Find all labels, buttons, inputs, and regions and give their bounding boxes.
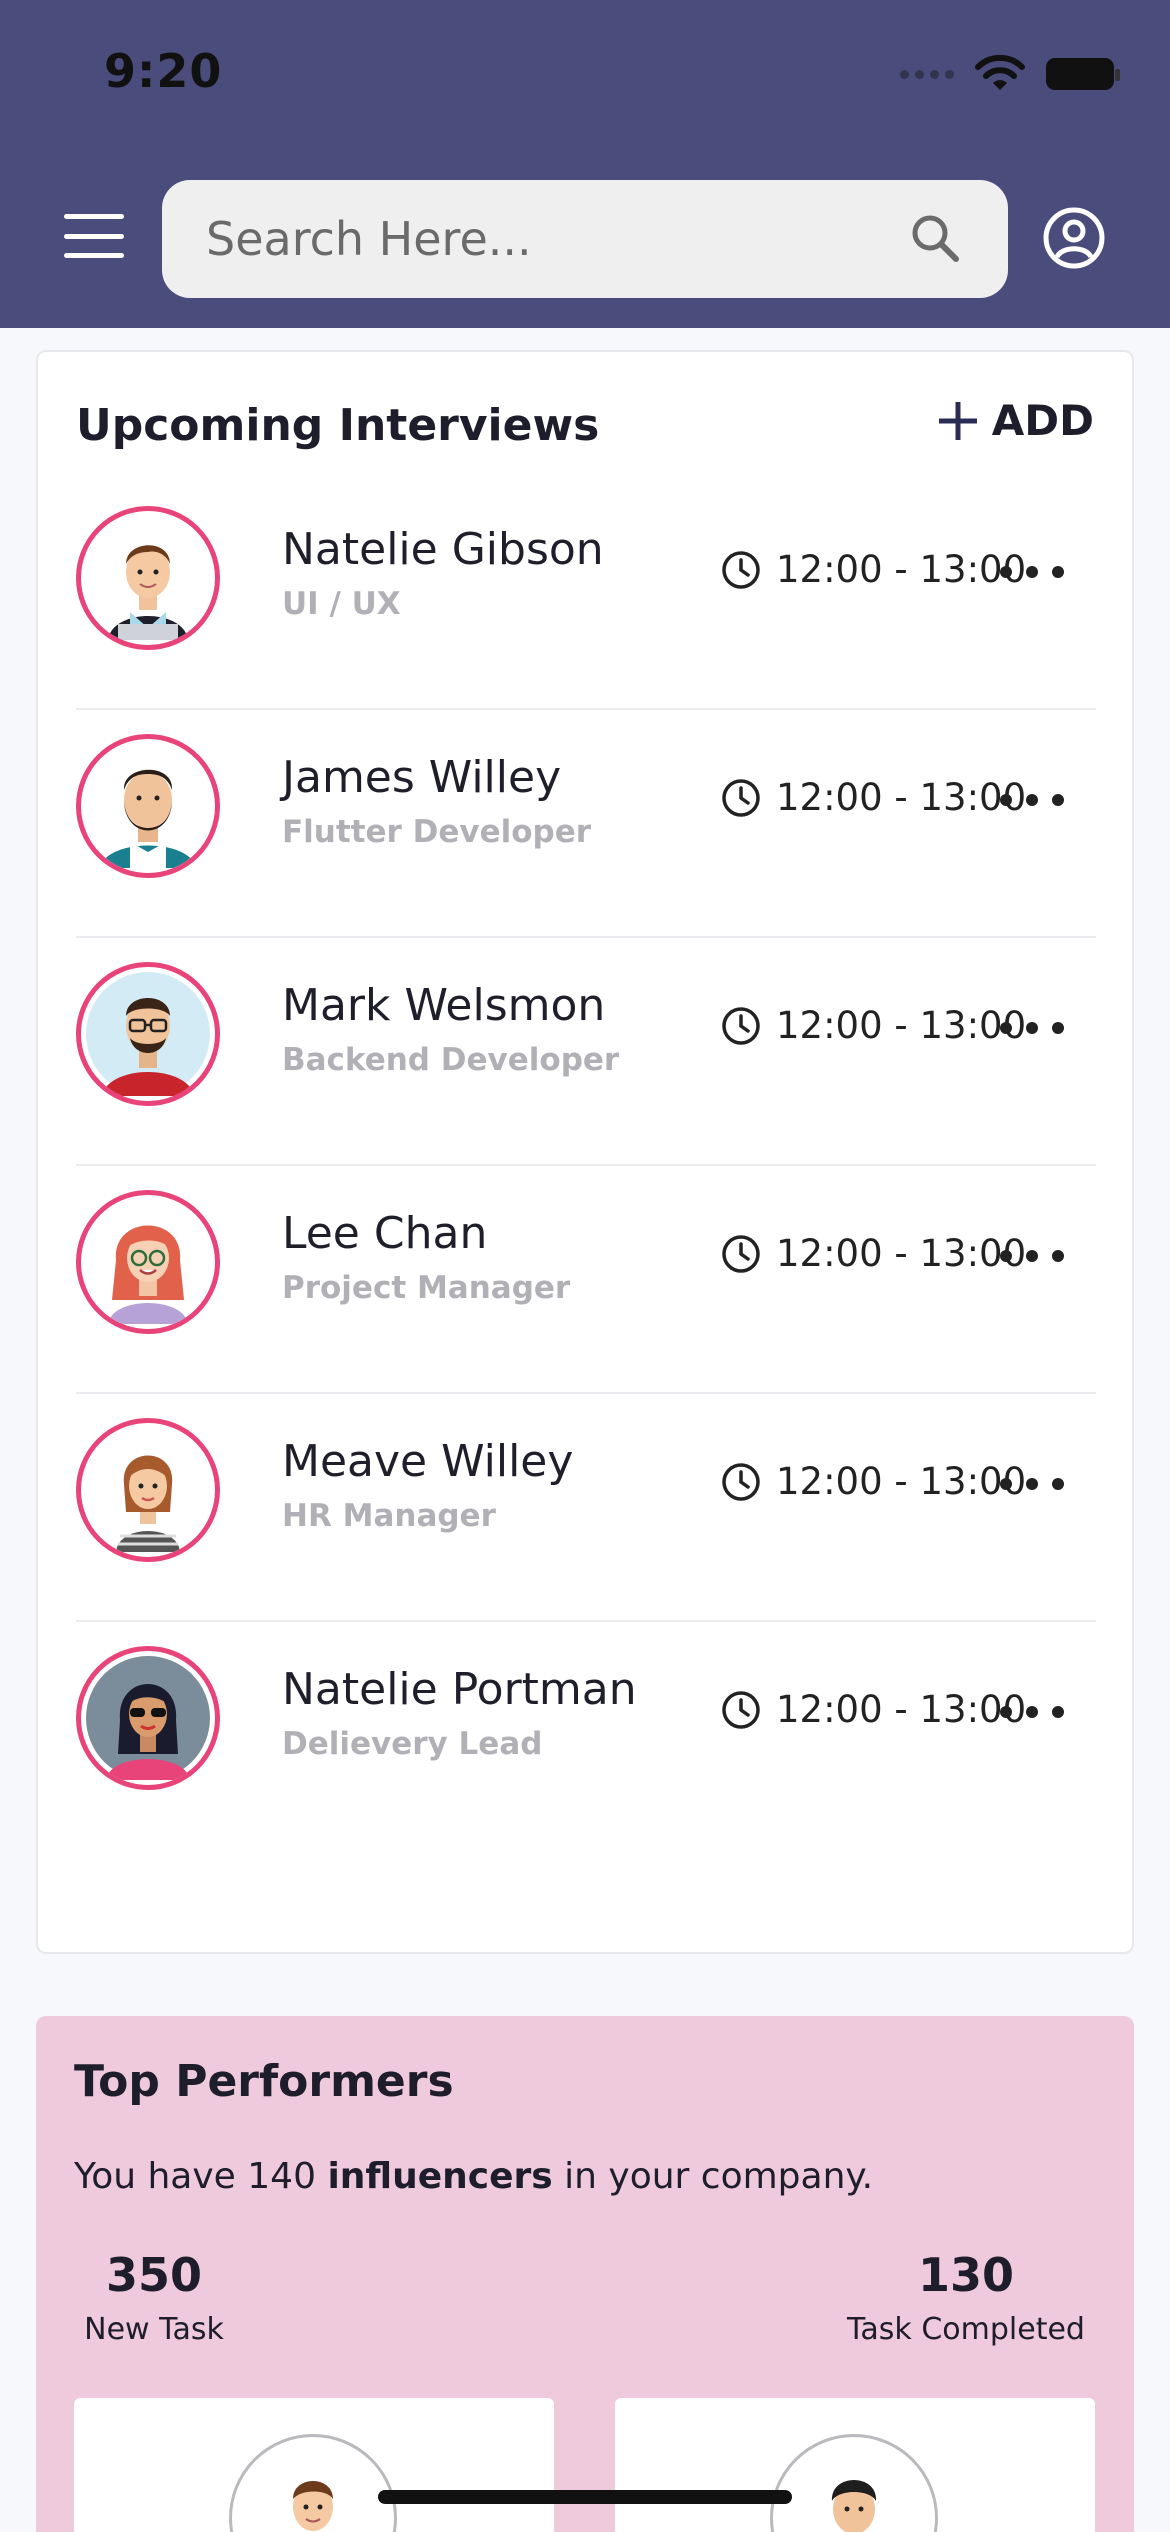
task-completed-stat: 130 Task Completed [836,2248,1096,2347]
performers-summary: You have 140 influencers in your company… [74,2156,873,2197]
clock-icon [722,1006,760,1045]
redhead-woman-avatar-icon [76,1190,220,1334]
interview-row[interactable]: Lee Chan Project Manager 12:00 - 13:00 [76,1166,1096,1394]
interview-time: 12:00 - 13:00 [720,1004,1026,1047]
interview-time: 12:00 - 13:00 [720,1460,1026,1503]
clock-icon [722,1690,760,1729]
wifi-icon [975,54,1025,90]
more-options-icon[interactable] [1000,1694,1064,1730]
search-bar[interactable] [162,180,1008,298]
candidate-name: James Willey [282,752,562,803]
clock-icon [722,1234,760,1273]
candidate-name: Lee Chan [282,1208,488,1259]
card-title: Upcoming Interviews [76,400,600,451]
time-label: 12:00 - 13:00 [776,1232,1027,1275]
add-label: ADD [991,396,1094,445]
candidate-name: Meave Willey [282,1436,574,1487]
time-label: 12:00 - 13:00 [776,1688,1027,1731]
performer-avatar-icon [229,2434,397,2532]
search-input[interactable] [206,212,888,266]
interview-time: 12:00 - 13:00 [720,1232,1026,1275]
candidate-role: HR Manager [282,1498,496,1534]
candidate-role: Project Manager [282,1270,571,1306]
more-options-icon[interactable] [1000,1010,1064,1046]
new-task-stat: 350 New Task [74,2248,234,2347]
new-task-label: New Task [84,2312,224,2347]
interview-row[interactable]: Mark Welsmon Backend Developer 12:00 - 1… [76,938,1096,1166]
add-interview-button[interactable]: ADD [936,396,1094,445]
clock-icon [722,550,760,589]
candidate-role: Backend Developer [282,1042,620,1078]
more-options-icon[interactable] [1000,782,1064,818]
search-icon[interactable] [908,211,964,267]
interview-row[interactable]: Meave Willey HR Manager 12:00 - 13:00 [76,1394,1096,1622]
summary-suffix: in your company. [552,2156,874,2197]
interview-row[interactable]: Natelie Gibson UI / UX 12:00 - 13:00 [76,482,1096,710]
completed-value: 130 [917,2248,1015,2302]
top-performers-card: Top Performers You have 140 influencers … [36,2016,1134,2532]
plus-icon [938,401,977,440]
time-label: 12:00 - 13:00 [776,1004,1027,1047]
more-options-icon[interactable] [1000,554,1064,590]
time-label: 12:00 - 13:00 [776,776,1027,819]
summary-prefix: You have 140 [74,2156,328,2197]
upcoming-interviews-card: Upcoming Interviews ADD Natelie Gibson U… [36,350,1134,1954]
interview-row[interactable]: James Willey Flutter Developer 12:00 - 1… [76,710,1096,938]
battery-icon [1046,58,1120,90]
performers-title: Top Performers [74,2056,454,2107]
interview-time: 12:00 - 13:00 [720,548,1026,591]
performer-card[interactable] [74,2398,554,2532]
woman-avatar-icon [76,1418,220,1562]
candidate-name: Natelie Gibson [282,524,604,575]
home-indicator[interactable] [378,2490,792,2504]
candidate-role: Delievery Lead [282,1726,543,1762]
signal-icon [900,69,954,79]
interview-time: 12:00 - 13:00 [720,1688,1026,1731]
new-task-value: 350 [105,2248,203,2302]
candidate-role: Flutter Developer [282,814,592,850]
candidate-role: UI / UX [282,586,401,622]
clock-icon [722,1462,760,1501]
menu-button[interactable] [64,214,124,258]
status-time: 9:20 [104,44,223,98]
more-options-icon[interactable] [1000,1466,1064,1502]
clock-icon [722,778,760,817]
app-header: 9:20 [0,0,1170,328]
time-label: 12:00 - 13:00 [776,548,1027,591]
candidate-name: Natelie Portman [282,1664,637,1715]
completed-label: Task Completed [847,2312,1085,2347]
man-laptop-avatar-icon [76,506,220,650]
performer-avatar-icon [770,2434,938,2532]
man-glasses-avatar-icon [76,962,220,1106]
status-icons [900,54,1120,94]
interview-time: 12:00 - 13:00 [720,776,1026,819]
time-label: 12:00 - 13:00 [776,1460,1027,1503]
bearded-man-avatar-icon [76,734,220,878]
more-options-icon[interactable] [1000,1238,1064,1274]
account-circle-icon[interactable] [1042,206,1106,270]
interview-row[interactable]: Natelie Portman Delievery Lead 12:00 - 1… [76,1622,1096,1850]
candidate-name: Mark Welsmon [282,980,606,1031]
summary-highlight: influencers [327,2156,553,2197]
woman-sunglasses-avatar-icon [76,1646,220,1790]
performer-card[interactable] [615,2398,1095,2532]
